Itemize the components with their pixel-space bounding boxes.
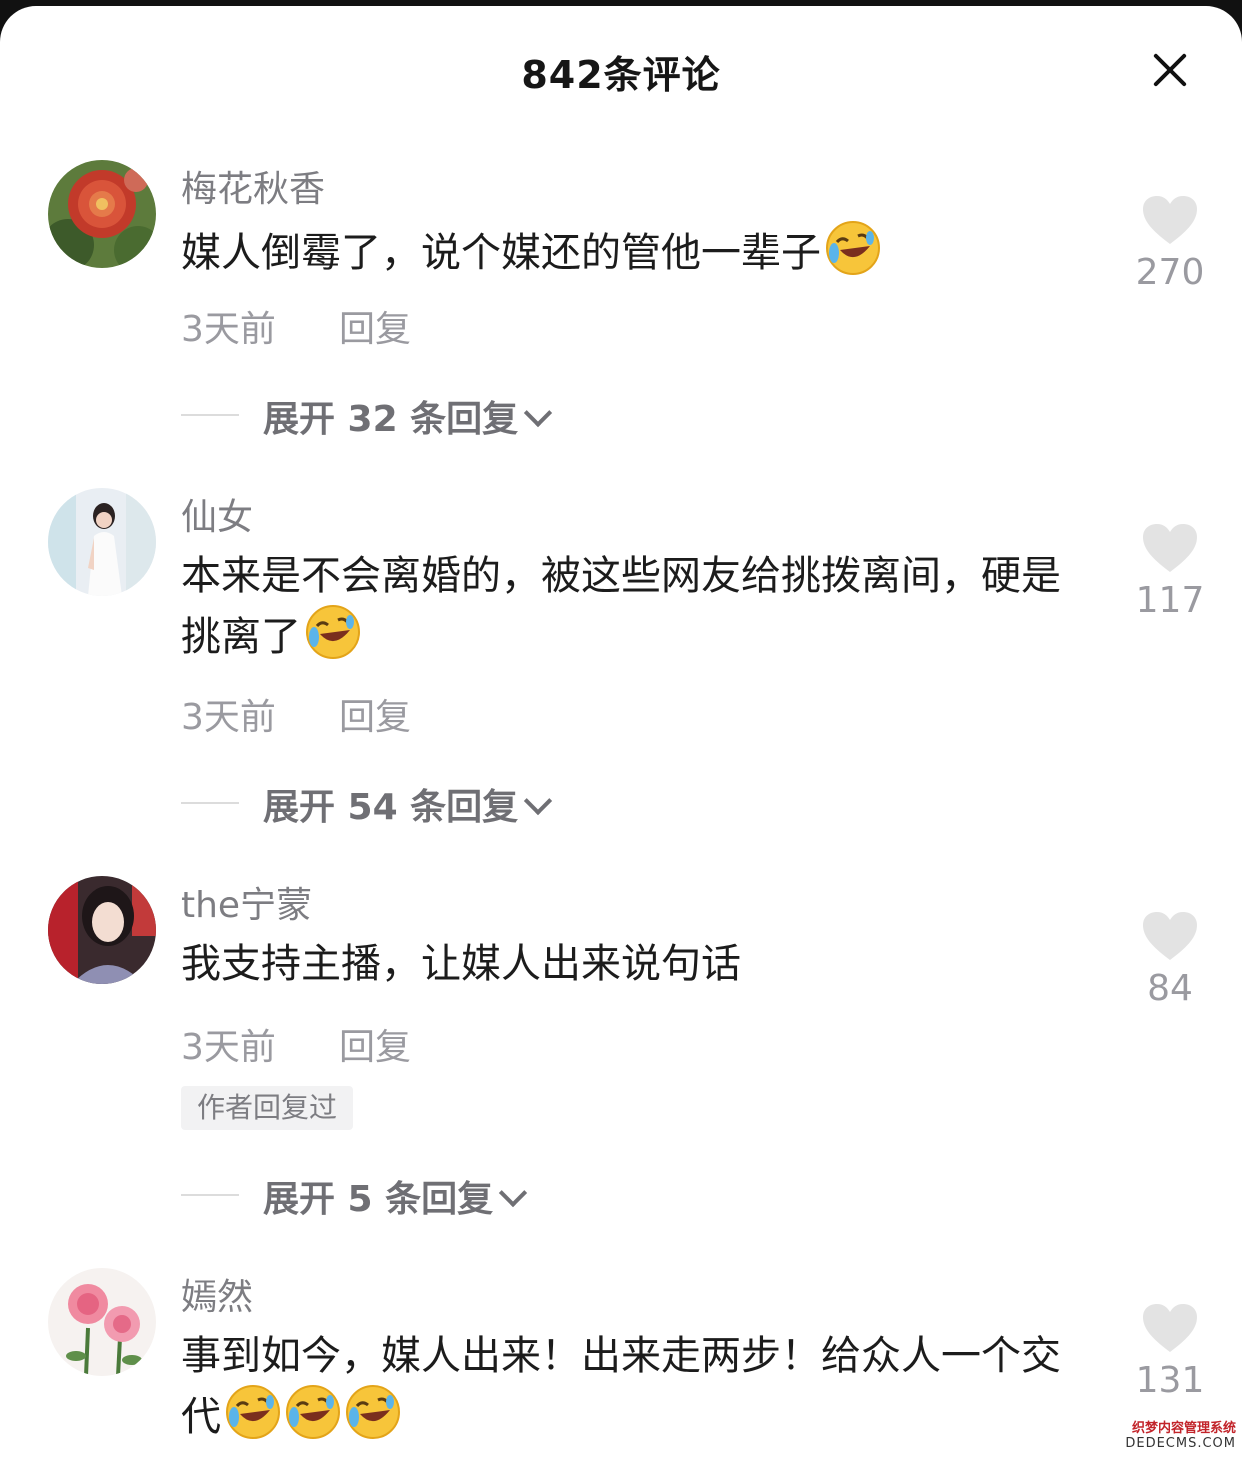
comment-username[interactable]: the宁蒙	[181, 876, 312, 928]
comments-header: 842条评论	[0, 6, 1242, 126]
laughing-crying-emoji-icon	[825, 220, 881, 276]
author-replied-badge: 作者回复过	[181, 1086, 354, 1130]
like-button[interactable]: 84	[1120, 910, 1220, 1009]
expand-replies-label: 展开 32 条回复	[263, 390, 553, 442]
close-icon[interactable]	[1144, 44, 1196, 96]
woman-portrait-avatar	[48, 876, 156, 984]
comment-meta: 3天前 回复	[181, 1018, 411, 1070]
avatar[interactable]	[48, 1268, 156, 1376]
avatar[interactable]	[48, 488, 156, 596]
comment-meta: 3天前 回复	[181, 300, 411, 352]
laughing-crying-emoji-icon	[345, 1384, 401, 1440]
comment-meta: 3天前 回复	[181, 688, 411, 740]
like-count: 84	[1147, 968, 1193, 1009]
like-count: 131	[1135, 1360, 1205, 1401]
comment-body: 媒人倒霉了，说个媒还的管他一辈子	[181, 230, 821, 276]
like-button[interactable]: 270	[1120, 194, 1220, 293]
chevron-down-icon	[498, 1178, 528, 1208]
comment-text: 我支持主播，让媒人出来说句话	[181, 936, 1091, 992]
divider-line	[181, 1194, 239, 1196]
comment-username[interactable]: 嫣然	[181, 1268, 253, 1320]
comment-text: 本来是不会离婚的，被这些网友给挑拨离间，硬是挑离了	[181, 548, 1091, 665]
like-count: 270	[1135, 252, 1205, 293]
heart-icon	[1143, 912, 1197, 960]
comment-username[interactable]: 梅花秋香	[181, 160, 325, 212]
expand-replies-label: 展开 5 条回复	[263, 1170, 528, 1222]
comment-text: 事到如今，媒人出来！出来走两步！给众人一个交代	[181, 1328, 1091, 1445]
divider-line	[181, 414, 239, 416]
like-button[interactable]: 117	[1120, 522, 1220, 621]
avatar[interactable]	[48, 876, 156, 984]
reply-button[interactable]: 回复	[339, 309, 411, 350]
expand-replies-label: 展开 54 条回复	[263, 778, 553, 830]
laughing-crying-emoji-icon	[285, 1384, 341, 1440]
comment-time: 3天前	[181, 1027, 276, 1068]
chevron-down-icon	[524, 786, 553, 816]
heart-icon	[1143, 1304, 1197, 1352]
reply-button[interactable]: 回复	[339, 1027, 411, 1068]
like-count: 117	[1135, 580, 1205, 621]
comment-time: 3天前	[181, 309, 276, 350]
site-watermark: 织梦内容管理系统 DEDECMS.COM	[1125, 1421, 1236, 1451]
divider-line	[181, 802, 239, 804]
heart-icon	[1143, 196, 1197, 244]
comment-text: 媒人倒霉了，说个媒还的管他一辈子	[181, 220, 1091, 281]
reply-button[interactable]: 回复	[339, 697, 411, 738]
comment-time: 3天前	[181, 697, 276, 738]
avatar[interactable]	[48, 160, 156, 268]
red-peony-avatar	[48, 160, 156, 268]
comment-body: 我支持主播，让媒人出来说句话	[181, 941, 741, 987]
heart-icon	[1143, 524, 1197, 572]
comment-username[interactable]: 仙女	[181, 488, 253, 540]
laughing-crying-emoji-icon	[225, 1384, 281, 1440]
woman-white-dress-avatar	[48, 488, 156, 596]
pink-roses-avatar	[48, 1268, 156, 1376]
comments-sheet: 842条评论 梅花秋香 媒人倒霉了，说个媒还的管他一辈子 3天前 回复 展开 3…	[0, 6, 1242, 1457]
comments-title: 842条评论	[521, 53, 721, 97]
like-button[interactable]: 131	[1120, 1302, 1220, 1401]
laughing-crying-emoji-icon	[305, 604, 361, 660]
chevron-down-icon	[524, 398, 553, 428]
